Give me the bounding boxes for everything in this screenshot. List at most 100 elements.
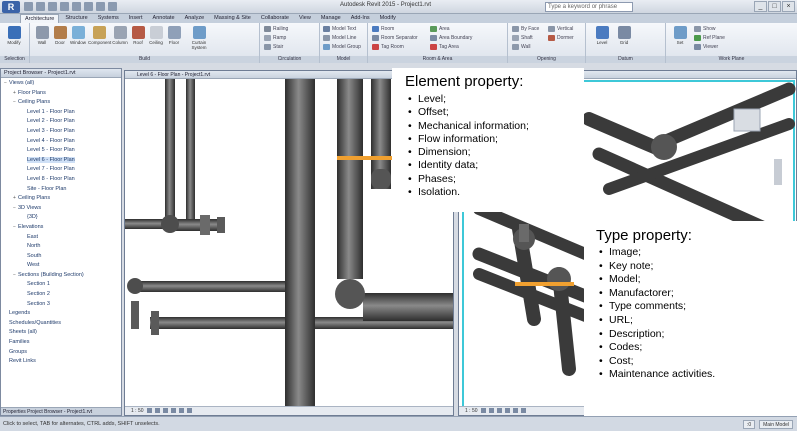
browser-tree-item[interactable]: South	[1, 252, 121, 262]
view-scale[interactable]: 1 : 50	[131, 408, 144, 414]
tab-collaborate[interactable]: Collaborate	[257, 14, 293, 23]
pipe-elbow[interactable]	[651, 134, 677, 160]
visual-style-icon[interactable]	[154, 408, 160, 414]
browser-tree-item[interactable]: Site - Floor Plan	[1, 185, 121, 195]
curtain-system-button[interactable]: Curtain System	[186, 26, 212, 50]
pipe-vertical[interactable]	[165, 79, 175, 229]
browser-tree-item[interactable]: − Ceiling Plans	[1, 98, 121, 108]
print-icon[interactable]	[72, 2, 81, 11]
level-button[interactable]: Level	[594, 26, 610, 45]
pipe-elbow[interactable]	[161, 215, 179, 233]
sun-path-icon[interactable]	[496, 408, 502, 414]
pipe-valve[interactable]	[519, 224, 529, 242]
active-model-selector[interactable]: Main Model	[759, 420, 793, 429]
browser-tree-item[interactable]: − Views (all)	[1, 79, 121, 89]
area-button[interactable]: Area	[430, 26, 450, 32]
tab-manage[interactable]: Manage	[317, 14, 345, 23]
tab-structure[interactable]: Structure	[61, 14, 91, 23]
by-face-button[interactable]: By Face	[512, 26, 539, 32]
vertical-button[interactable]: Vertical	[548, 26, 573, 32]
browser-tree-item[interactable]: + Ceiling Plans	[1, 194, 121, 204]
ramp-button[interactable]: Ramp	[264, 35, 286, 41]
tag-room-button[interactable]: Tag Room	[372, 44, 404, 50]
detail-level-icon[interactable]	[146, 408, 152, 414]
browser-tree-item[interactable]: Legends	[1, 309, 121, 319]
shadows-icon[interactable]	[170, 408, 176, 414]
pipe-valve[interactable]	[217, 217, 225, 233]
browser-tree-item[interactable]: Level 6 - Floor Plan	[1, 156, 121, 166]
stair-button[interactable]: Stair	[264, 44, 283, 50]
viewer-button[interactable]: Viewer	[694, 44, 718, 50]
visual-style-icon[interactable]	[488, 408, 494, 414]
pipe-elbow[interactable]	[335, 279, 365, 309]
hide-isolate-icon[interactable]	[520, 408, 526, 414]
tab-architecture[interactable]: Architecture	[20, 14, 60, 23]
save-icon[interactable]	[36, 2, 45, 11]
tag-area-button[interactable]: Tag Area	[430, 44, 459, 50]
tab-view[interactable]: View	[295, 14, 315, 23]
pipe-vertical[interactable]	[186, 79, 195, 219]
application-menu-button[interactable]: R	[2, 1, 20, 13]
wall-button[interactable]: Wall	[34, 26, 50, 45]
pipe-elbow[interactable]	[127, 278, 143, 294]
minimize-button[interactable]: _	[754, 1, 767, 12]
text-icon[interactable]	[96, 2, 105, 11]
browser-tree-item[interactable]: Families	[1, 338, 121, 348]
browser-tree-item[interactable]: Schedules/Quantities	[1, 319, 121, 329]
tab-massing-site[interactable]: Massing & Site	[210, 14, 255, 23]
pipe-horizontal[interactable]	[363, 293, 454, 321]
tab-add-ins[interactable]: Add-Ins	[347, 14, 374, 23]
pipe-valve[interactable]	[200, 215, 210, 235]
tab-analyze[interactable]: Analyze	[181, 14, 209, 23]
tab-modify[interactable]: Modify	[376, 14, 400, 23]
crop-view-icon[interactable]	[178, 408, 184, 414]
browser-tree-item[interactable]: Level 1 - Floor Plan	[1, 108, 121, 118]
search-input[interactable]: Type a keyword or phrase	[545, 2, 633, 12]
pipe-horizontal[interactable]	[125, 219, 165, 229]
pipe-riser[interactable]	[285, 79, 315, 409]
undo-icon[interactable]	[48, 2, 57, 11]
browser-tree-item[interactable]: North	[1, 242, 121, 252]
dormer-button[interactable]: Dormer	[548, 35, 574, 41]
browser-tree-item[interactable]: Section 1	[1, 280, 121, 290]
sun-path-icon[interactable]	[162, 408, 168, 414]
browser-tree-item[interactable]: Level 3 - Floor Plan	[1, 127, 121, 137]
selected-pipe-marker[interactable]	[337, 156, 393, 160]
browser-tree-item[interactable]: Revit Links	[1, 357, 121, 367]
pipe-horizontal[interactable]	[150, 317, 285, 329]
browser-tree-item[interactable]: −3D Views	[1, 204, 121, 214]
model-line-button[interactable]: Model Line	[323, 35, 356, 41]
browser-tree-item[interactable]: {3D}	[1, 213, 121, 223]
browser-tree-item[interactable]: − Elevations	[1, 223, 121, 233]
model-group-button[interactable]: Model Group	[323, 44, 361, 50]
door-button[interactable]: Door	[52, 26, 68, 45]
set-button[interactable]: Set	[672, 26, 688, 45]
component-button[interactable]: Component	[88, 26, 111, 45]
shadows-icon[interactable]	[504, 408, 510, 414]
tab-systems[interactable]: Systems	[94, 14, 123, 23]
pipe-fitting[interactable]	[151, 311, 159, 335]
modify-button[interactable]: Modify	[6, 26, 22, 45]
detail-level-icon[interactable]	[480, 408, 486, 414]
floor-button[interactable]: Floor	[166, 26, 182, 45]
model-text-button[interactable]: Model Text	[323, 26, 356, 32]
browser-tree-item[interactable]: Section 3	[1, 300, 121, 310]
maximize-button[interactable]: □	[768, 1, 781, 12]
show-button[interactable]: Show	[694, 26, 716, 32]
tab-annotate[interactable]: Annotate	[149, 14, 179, 23]
redo-icon[interactable]	[60, 2, 69, 11]
ceiling-button[interactable]: Ceiling	[148, 26, 164, 45]
browser-tree-item[interactable]: Level 2 - Floor Plan	[1, 117, 121, 127]
close-button[interactable]: ×	[782, 1, 795, 12]
browser-tree-item[interactable]: − Sections (Building Section)	[1, 271, 121, 281]
crop-view-icon[interactable]	[512, 408, 518, 414]
navigation-bar[interactable]	[774, 159, 782, 185]
selection-count[interactable]: :0	[742, 420, 756, 429]
railing-button[interactable]: Railing	[264, 26, 288, 32]
tab-insert[interactable]: Insert	[125, 14, 147, 23]
hide-isolate-icon[interactable]	[186, 408, 192, 414]
roof-button[interactable]: Roof	[130, 26, 146, 45]
area-boundary-button[interactable]: Area Boundary	[430, 35, 472, 41]
pipe-horizontal[interactable]	[175, 219, 217, 231]
measure-icon[interactable]	[84, 2, 93, 11]
